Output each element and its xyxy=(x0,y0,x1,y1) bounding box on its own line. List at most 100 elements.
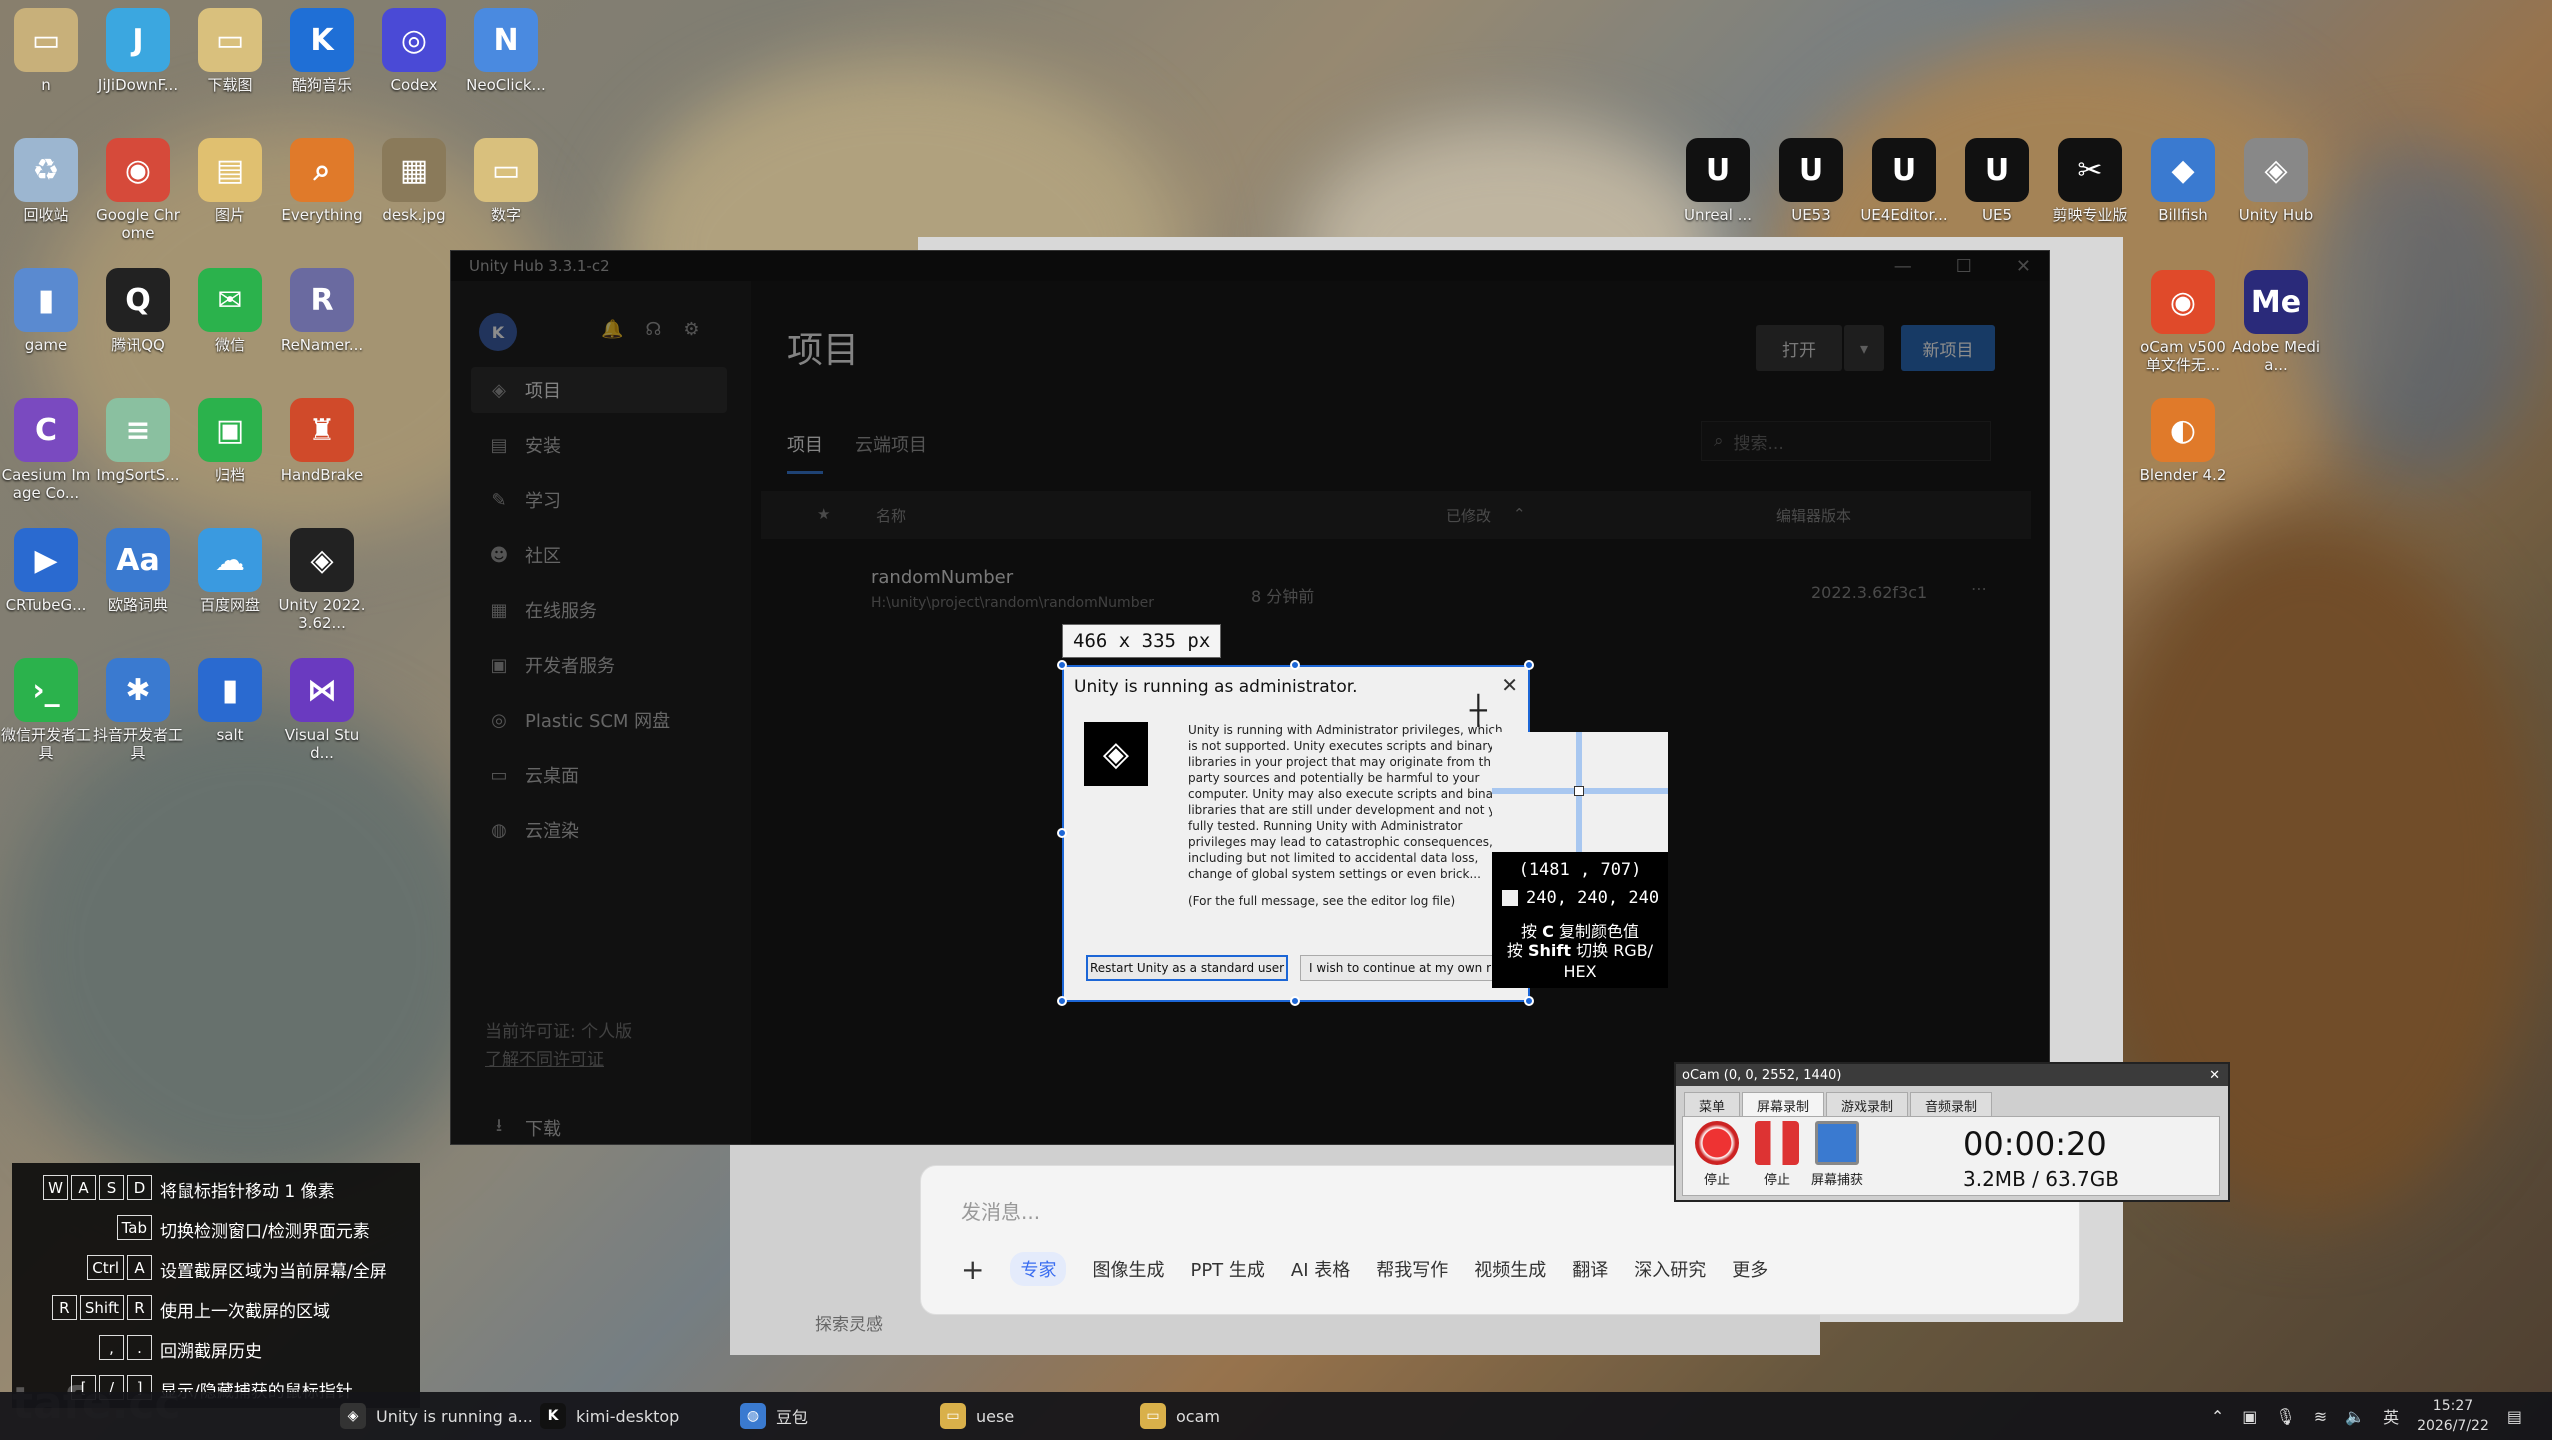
kimi-expert-button[interactable]: 专家 xyxy=(1010,1252,1067,1286)
desktop-icon[interactable]: C Caesium Image Co... xyxy=(0,398,92,502)
resize-handle-t[interactable] xyxy=(1290,660,1300,670)
desktop-icon[interactable]: ▭ 下载图 xyxy=(184,8,276,112)
kimi-more-button[interactable]: 更多 xyxy=(1732,1256,1768,1282)
continue-at-own-risk-button[interactable]: I wish to continue at my own risk xyxy=(1300,955,1520,981)
kimi-research-button[interactable]: 深入研究 xyxy=(1634,1256,1706,1282)
resize-handle-b[interactable] xyxy=(1290,996,1300,1006)
folder-icon: ▭ xyxy=(198,8,262,72)
desktop-icon-label: Codex xyxy=(390,76,438,94)
desktop-icon[interactable]: ♜ HandBrake xyxy=(276,398,368,502)
kimi-explore-hint[interactable]: 探索灵感 xyxy=(815,1310,883,1335)
volume-icon[interactable]: 🔈 xyxy=(2345,1407,2365,1426)
shortcut-description: 将鼠标指针移动 1 像素 xyxy=(160,1182,335,1202)
kimi-writing-button[interactable]: 帮我写作 xyxy=(1376,1256,1448,1282)
desktop-icon-label: 微信 xyxy=(214,336,245,354)
desktop-icon[interactable]: ⋈ Visual Stud... xyxy=(276,658,368,762)
desktop-icon[interactable]: ▤ 图片 xyxy=(184,138,276,242)
desktop-icon[interactable]: K 酷狗音乐 xyxy=(276,8,368,112)
desktop-icon[interactable]: U UE5 xyxy=(1951,138,2043,242)
chevron-up-icon[interactable]: ⌃ xyxy=(2211,1407,2224,1426)
ocam-tab-screen[interactable]: 屏幕录制 xyxy=(1742,1092,1825,1119)
desktop-icon[interactable]: J JiJiDownF... xyxy=(92,8,184,112)
ocam-tab-game[interactable]: 游戏录制 xyxy=(1826,1092,1909,1119)
doubao-icon: ◍ xyxy=(740,1403,766,1429)
desktop-icon-label: 百度网盘 xyxy=(199,596,260,614)
capcut-icon: ✂ xyxy=(2058,138,2122,202)
resize-handle-tr[interactable] xyxy=(1524,660,1534,670)
resize-handle-l[interactable] xyxy=(1057,828,1067,838)
tray-app-icon[interactable]: ▣ xyxy=(2242,1407,2257,1426)
desktop-icon[interactable]: ▶ CRTubeG... xyxy=(0,528,92,632)
microphone-icon[interactable]: 🎙 xyxy=(2275,1407,2295,1426)
desktop-icon[interactable]: ▮ game xyxy=(0,268,92,372)
desktop-icon[interactable]: Q 腾讯QQ xyxy=(92,268,184,372)
desktop-icon-label: Unity 2022.3.62... xyxy=(278,596,366,632)
notification-icon[interactable]: ▤ xyxy=(2507,1407,2522,1426)
desktop-icon[interactable]: R ReNamer... xyxy=(276,268,368,372)
key-cap: W xyxy=(43,1175,68,1200)
kimi-video-button[interactable]: 视频生成 xyxy=(1474,1256,1546,1282)
desktop-icon[interactable]: Aa 欧路词典 xyxy=(92,528,184,632)
desktop-icon[interactable]: ≡ ImgSortS... xyxy=(92,398,184,502)
desktop-icon[interactable]: U UE4Editor... xyxy=(1858,138,1950,242)
desktop-icon[interactable]: ⌕ Everything xyxy=(276,138,368,242)
desktop-icon[interactable]: ▭ 数字 xyxy=(460,138,552,242)
shortcut-row: R Shift R 使用上一次截屏的区域 xyxy=(12,1293,420,1323)
kimi-ai-table-button[interactable]: AI 表格 xyxy=(1291,1256,1350,1282)
desktop-icon[interactable]: ◐ Blender 4.2 xyxy=(2137,398,2229,502)
renamer-icon: R xyxy=(290,268,354,332)
kimi-ppt-button[interactable]: PPT 生成 xyxy=(1190,1256,1264,1282)
ocam-tab-audio[interactable]: 音频录制 xyxy=(1910,1092,1993,1119)
desktop-icon[interactable]: N NeoClick... xyxy=(460,8,552,112)
desktop-icon[interactable]: U Unreal ... xyxy=(1672,138,1764,242)
clock[interactable]: 15:27 2026/7/22 xyxy=(2417,1396,2489,1436)
ocam-tab-menu[interactable]: 菜单 xyxy=(1684,1092,1741,1119)
desktop-icon[interactable]: ◈ Unity Hub xyxy=(2230,138,2322,242)
resize-handle-tl[interactable] xyxy=(1057,660,1067,670)
desktop-icon[interactable]: ♻ 回收站 xyxy=(0,138,92,242)
kimi-translate-button[interactable]: 翻译 xyxy=(1572,1256,1608,1282)
desktop-icon[interactable]: ▮ salt xyxy=(184,658,276,762)
close-icon[interactable]: ✕ xyxy=(2209,1068,2220,1083)
desktop-icon[interactable]: ◆ Billfish xyxy=(2137,138,2229,242)
taskbar-item[interactable]: ◍ 豆包 xyxy=(740,1392,808,1440)
ocam-titlebar[interactable]: oCam (0, 0, 2552, 1440) ✕ xyxy=(1676,1064,2228,1086)
desktop-icon[interactable]: ✂ 剪映专业版 xyxy=(2044,138,2136,242)
desktop-icon-label: Caesium Image Co... xyxy=(1,466,91,502)
key-cap: . xyxy=(127,1335,152,1360)
desktop-icon[interactable]: ▭ n xyxy=(0,8,92,112)
resize-handle-br[interactable] xyxy=(1524,996,1534,1006)
kimi-input[interactable]: 发消息... xyxy=(961,1196,1040,1225)
desktop-icon[interactable]: ◉ oCam v500 单文件无... xyxy=(2137,270,2229,374)
desktop-icon[interactable]: ◎ Codex xyxy=(368,8,460,112)
desktop-icon[interactable]: U UE53 xyxy=(1765,138,1857,242)
ocam-pause-button[interactable]: 停止 xyxy=(1749,1121,1805,1188)
taskbar-item[interactable]: Kkimi-desktop xyxy=(540,1392,679,1440)
caesium-icon: C xyxy=(14,398,78,462)
close-icon[interactable]: ✕ xyxy=(1501,673,1518,697)
ime-indicator[interactable]: 英 xyxy=(2383,1404,2399,1428)
taskbar-item[interactable]: ▭ ocam xyxy=(1140,1392,1220,1440)
taskbar-item[interactable]: ▭ uese xyxy=(940,1392,1014,1440)
chrome-icon: ◉ xyxy=(106,138,170,202)
kimi-image-gen-button[interactable]: 图像生成 xyxy=(1092,1256,1164,1282)
kimi-add-button[interactable]: + xyxy=(961,1253,984,1286)
desktop-icon[interactable]: ✱ 抖音开发者工具 xyxy=(92,658,184,762)
desktop-icon[interactable]: ›_ 微信开发者工具 xyxy=(0,658,92,762)
restart-standard-user-button[interactable]: Restart Unity as a standard user xyxy=(1086,955,1288,981)
desktop-icon[interactable]: ✉ 微信 xyxy=(184,268,276,372)
ocam-panel: 停止 停止 屏幕捕获 00:00:20 3.2MB / 63.7GB xyxy=(1682,1116,2220,1196)
desktop-icon[interactable]: ▦ desk.jpg xyxy=(368,138,460,242)
desktop-icon[interactable]: Me Adobe Media... xyxy=(2230,270,2322,374)
unity-logo-icon: ◈ xyxy=(1084,722,1148,786)
desktop-icon[interactable]: ◉ Google Chrome xyxy=(92,138,184,242)
desktop-icon[interactable]: ▣ 归档 xyxy=(184,398,276,502)
wifi-icon[interactable]: ≋ xyxy=(2314,1407,2327,1426)
ocam-capture-button[interactable]: 屏幕捕获 xyxy=(1809,1121,1865,1188)
color-swatch xyxy=(1502,890,1518,906)
ocam-stop-button[interactable]: 停止 xyxy=(1689,1121,1745,1188)
desktop-icon[interactable]: ◈ Unity 2022.3.62... xyxy=(276,528,368,632)
taskbar-item[interactable]: ◈ Unity is running a... xyxy=(340,1392,533,1440)
desktop-icon[interactable]: ☁ 百度网盘 xyxy=(184,528,276,632)
resize-handle-bl[interactable] xyxy=(1057,996,1067,1006)
